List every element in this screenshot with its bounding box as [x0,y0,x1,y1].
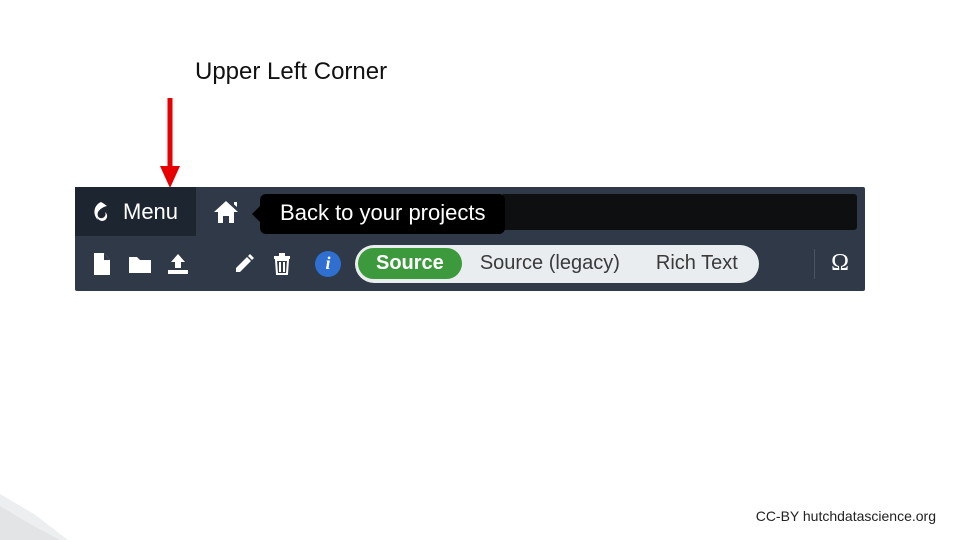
omega-icon: Ω [831,250,849,276]
toolbar-row-top: Menu Back to your projects [75,187,865,236]
attribution-text: CC-BY hutchdatascience.org [756,508,936,524]
new-folder-button[interactable] [125,249,155,279]
new-file-button[interactable] [87,249,117,279]
menu-label: Menu [123,199,178,225]
home-tooltip-text: Back to your projects [280,200,485,226]
trash-icon [271,252,293,276]
home-tooltip: Back to your projects [260,194,505,234]
title-bar-fill [501,194,857,230]
menu-button[interactable]: Menu [75,187,196,236]
new-file-icon [91,252,113,276]
upload-button[interactable] [163,249,193,279]
rename-button[interactable] [229,249,259,279]
special-character-button[interactable]: Ω [829,250,855,277]
annotation-arrow-icon [158,96,182,190]
upload-icon [165,252,191,276]
folder-icon [127,253,153,275]
info-button[interactable]: i [315,251,341,277]
editor-mode-switch: Source Source (legacy) Rich Text [355,245,759,283]
toolbar-row-bottom: i Source Source (legacy) Rich Text Ω [75,236,865,291]
pencil-icon [233,253,255,275]
editor-mode-source-legacy[interactable]: Source (legacy) [462,248,638,279]
editor-mode-source[interactable]: Source [358,248,462,279]
slide-corner-decoration-icon [0,494,68,540]
overleaf-logo-icon [89,200,113,224]
divider [814,249,815,279]
home-button[interactable] [196,187,256,236]
annotation-label: Upper Left Corner [195,58,387,86]
home-icon [212,199,240,225]
app-toolbar: Menu Back to your projects [75,187,865,291]
info-icon: i [325,253,330,274]
delete-button[interactable] [267,249,297,279]
editor-mode-rich-text[interactable]: Rich Text [638,248,756,279]
